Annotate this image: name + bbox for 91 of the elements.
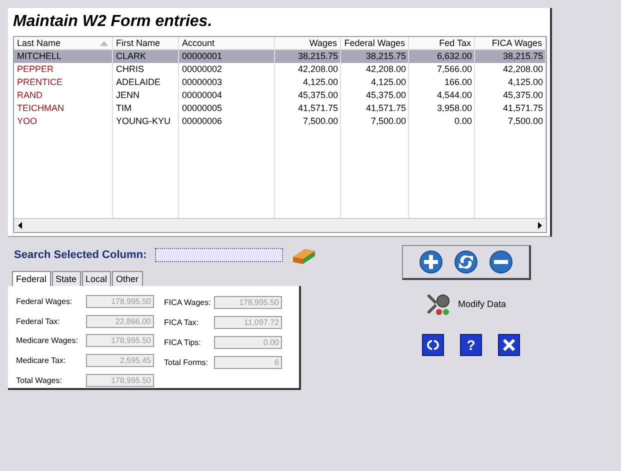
table-cell-text: 7,500.00 [370,115,407,128]
table-cell-text: CLARK [115,50,148,63]
total-field: 178,995.50 [86,334,154,348]
reload-button[interactable] [422,334,444,356]
tools-icon[interactable] [426,292,452,316]
table-row[interactable]: TEICHMAN TIM 00000005 41,571.75 41,571.75 3,958.00 41,571.75 [14,102,546,115]
table-cell-text: 42,208.00 [502,63,544,76]
table-cell-text: 45,375.00 [502,89,544,102]
table-cell-text: 4,544.00 [436,89,473,102]
table-cell-text: 00000005 [181,102,224,115]
table-row[interactable]: YOO YOUNG-KYU 00000006 7,500.00 7,500.00 0.00 7,500.00 [14,115,546,128]
table-cell-text: 45,375.00 [364,89,407,102]
table-cell-text: 3,958.00 [436,102,473,115]
form-title: Maintain W2 Form entries. [13,12,214,32]
table-cell-text: 4,125.00 [506,76,544,89]
table-cell-text: YOO [16,115,38,128]
table-cell-text: CHRIS [115,63,146,76]
table-row[interactable]: PEPPER CHRIS 00000002 42,208.00 42,208.00 7,566.00 42,208.00 [14,63,546,76]
field-label: Federal Tax: [16,316,61,326]
tab[interactable]: Local [82,271,112,286]
table-cell-text: ADELAIDE [115,76,162,89]
total-field: 178,995.50 [86,295,154,308]
plus-icon[interactable] [418,250,443,274]
tab[interactable]: Other [112,271,143,286]
column-header[interactable]: Account [179,37,275,49]
column-header[interactable]: FICA Wages [475,37,546,49]
field-label: Total Forms: [164,358,210,366]
close-button[interactable] [498,334,520,356]
column-header[interactable]: Fed Tax [409,37,475,49]
field-label: Total Wages: [16,376,63,385]
tab[interactable]: Federal [12,271,51,286]
table-cell-text: 6,632.00 [436,50,473,63]
column-header[interactable]: Federal Wages [341,37,409,49]
table-cell-text: 41,571.75 [364,102,407,115]
table-cell-text: PRENTICE [16,76,64,89]
table-cell-text: 4,125.00 [370,76,407,89]
table-cell-text: PEPPER [16,63,55,76]
field-label: Medicare Wages: [16,336,79,346]
reload-icon [427,339,439,351]
table-cell-text: TEICHMAN [16,102,65,115]
minus-icon[interactable] [489,250,514,274]
tab[interactable]: State [52,271,81,286]
table-cell-text: JENN [115,89,141,102]
table-cell-text: 45,375.00 [296,89,339,102]
field-label: FICA Wages: [164,298,212,306]
table-cell-text: 38,215.75 [296,50,339,63]
table-cell-text: 166.00 [443,76,473,89]
help-button[interactable]: ? [460,334,482,356]
column-header[interactable]: Wages [275,37,341,49]
close-icon [503,339,515,351]
total-field: 178,995.50 [214,296,282,308]
search-field[interactable] [154,248,283,262]
table-cell-text: 42,208.00 [296,63,339,76]
table-cell-text: 00000002 [181,63,224,76]
table-cell-text: YOUNG-KYU [115,115,172,128]
field-label: Federal Wages: [16,297,74,306]
table-cell-text: 0.00 [453,115,473,128]
total-field: 11,097.72 [214,316,282,328]
table-cell-text: 7,566.00 [436,63,473,76]
total-field: 2,595.45 [86,354,154,368]
modify-data-label[interactable]: Modify Data [458,299,506,309]
table-cell-text: 42,208.00 [364,63,407,76]
table-cell-text: 38,215.75 [502,50,544,63]
column-header[interactable]: First Name [113,37,179,49]
table-cell-text: 00000006 [181,115,224,128]
field-label: FICA Tips: [164,338,202,346]
table-cell-text: 00000003 [181,76,224,89]
table-cell-text: 41,571.75 [502,102,544,115]
table-cell-text: 7,500.00 [302,115,339,128]
refresh-icon[interactable] [454,250,478,274]
table-cell-text: 00000004 [181,89,224,102]
field-label: Medicare Tax: [16,356,67,366]
table-cell-text: 38,215.75 [364,50,407,63]
table-cell-text: 41,571.75 [296,102,339,115]
search-label: Search Selected Column: [14,249,147,261]
table-cell-text: 4,125.00 [302,76,339,89]
table-row[interactable]: RAND JENN 00000004 45,375.00 45,375.00 4,544.00 45,375.00 [14,89,546,102]
table-cell-text: 7,500.00 [506,115,544,128]
total-field: 0.00 [214,336,282,348]
table-cell-text: RAND [16,89,44,102]
total-field: 178,995.50 [86,374,154,387]
column-header[interactable]: Last Name [14,37,113,49]
field-label: FICA Tax: [164,318,200,326]
total-field: 22,866.00 [86,314,154,328]
horizontal-scrollbar[interactable] [14,218,546,232]
table-cell-text: TIM [115,102,132,115]
total-field: 6 [214,356,282,368]
table-row[interactable]: PRENTICE ADELAIDE 00000003 4,125.00 4,125.00 166.00 4,125.00 [14,76,546,89]
table-cell-text: 00000001 [181,50,224,63]
table-cell-text: MITCHELL [16,50,63,63]
table-row[interactable]: MITCHELL CLARK 00000001 38,215.75 38,215.75 6,632.00 38,215.75 [14,50,546,63]
